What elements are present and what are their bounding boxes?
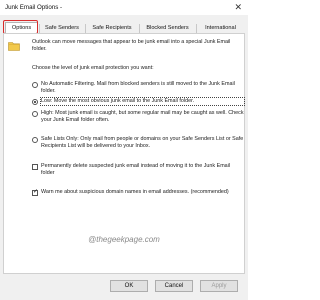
tab-strip: Options Safe Senders Safe Recipients Blo… [3, 22, 247, 33]
close-icon[interactable]: ✕ [234, 2, 242, 12]
title-bar: Junk Email Options - ✕ [0, 0, 248, 15]
option-high-label: High: Most junk email is caught, but som… [41, 110, 244, 123]
tab-highlight-box [3, 20, 38, 34]
radio-safe-lists-only[interactable] [32, 137, 38, 143]
tab-blocked-senders[interactable]: Blocked Senders [139, 24, 195, 33]
tab-international[interactable]: International [196, 24, 244, 33]
checkbox-permanently-delete-box[interactable] [32, 164, 38, 170]
checkbox-warn-domains-box[interactable] [32, 189, 38, 196]
checkbox-warn-domains[interactable]: Warn me about suspicious domain names in… [32, 189, 244, 196]
radio-high[interactable] [32, 111, 38, 117]
checkbox-warn-domains-label: Warn me about suspicious domain names in… [41, 189, 229, 195]
radio-no-automatic-filtering[interactable] [32, 82, 38, 88]
option-no-automatic-filtering[interactable]: No Automatic Filtering. Mail from blocke… [32, 81, 244, 95]
option-high[interactable]: High: Most junk email is caught, but som… [32, 110, 244, 124]
ok-button[interactable]: OK [110, 280, 148, 292]
protection-level-label: Choose the level of junk email protectio… [32, 65, 154, 71]
junk-email-options-dialog: Junk Email Options - ✕ Options Safe Send… [0, 0, 248, 300]
option-no-automatic-filtering-label: No Automatic Filtering. Mail from blocke… [41, 81, 235, 94]
option-low[interactable]: Low: Move the most obvious junk email to… [32, 97, 245, 106]
checkbox-permanently-delete[interactable]: Permanently delete suspected junk email … [32, 163, 244, 177]
option-safe-lists-only[interactable]: Safe Lists Only: Only mail from people o… [32, 136, 244, 150]
dialog-buttons: OK Cancel Apply [0, 280, 248, 294]
intro-text: Outlook can move messages that appear to… [32, 39, 231, 52]
radio-low[interactable] [32, 99, 38, 105]
tab-safe-recipients[interactable]: Safe Recipients [85, 24, 138, 33]
option-safe-lists-only-label: Safe Lists Only: Only mail from people o… [41, 136, 244, 149]
option-low-label: Low: Move the most obvious junk email to… [40, 97, 245, 106]
watermark-text: @thegeekpage.com [88, 235, 160, 244]
apply-button[interactable]: Apply [200, 280, 238, 292]
tab-safe-senders[interactable]: Safe Senders [39, 24, 84, 33]
checkbox-permanently-delete-label: Permanently delete suspected junk email … [41, 163, 231, 176]
junk-folder-icon [8, 42, 20, 51]
cancel-button[interactable]: Cancel [155, 280, 193, 292]
window-title: Junk Email Options - [5, 4, 63, 11]
